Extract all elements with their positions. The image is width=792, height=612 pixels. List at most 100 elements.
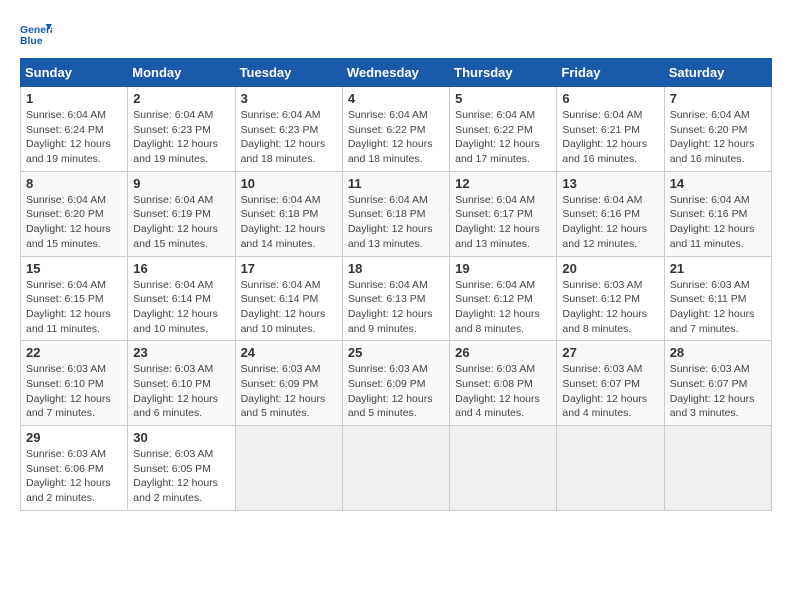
day-info: Sunrise: 6:03 AM Sunset: 6:09 PM Dayligh…	[241, 362, 337, 421]
calendar-cell: 24 Sunrise: 6:03 AM Sunset: 6:09 PM Dayl…	[235, 341, 342, 426]
day-number: 28	[670, 345, 766, 360]
calendar-week-4: 22 Sunrise: 6:03 AM Sunset: 6:10 PM Dayl…	[21, 341, 772, 426]
day-number: 8	[26, 176, 122, 191]
calendar-cell: 5 Sunrise: 6:04 AM Sunset: 6:22 PM Dayli…	[450, 87, 557, 172]
column-header-saturday: Saturday	[664, 59, 771, 87]
day-info: Sunrise: 6:03 AM Sunset: 6:11 PM Dayligh…	[670, 278, 766, 337]
day-number: 30	[133, 430, 229, 445]
calendar-week-5: 29 Sunrise: 6:03 AM Sunset: 6:06 PM Dayl…	[21, 426, 772, 511]
day-number: 21	[670, 261, 766, 276]
day-number: 18	[348, 261, 444, 276]
day-number: 10	[241, 176, 337, 191]
calendar-cell: 29 Sunrise: 6:03 AM Sunset: 6:06 PM Dayl…	[21, 426, 128, 511]
calendar-cell: 21 Sunrise: 6:03 AM Sunset: 6:11 PM Dayl…	[664, 256, 771, 341]
day-number: 7	[670, 91, 766, 106]
calendar-cell: 19 Sunrise: 6:04 AM Sunset: 6:12 PM Dayl…	[450, 256, 557, 341]
calendar-cell: 20 Sunrise: 6:03 AM Sunset: 6:12 PM Dayl…	[557, 256, 664, 341]
svg-text:Blue: Blue	[20, 36, 43, 47]
day-info: Sunrise: 6:03 AM Sunset: 6:07 PM Dayligh…	[562, 362, 658, 421]
calendar-cell: 4 Sunrise: 6:04 AM Sunset: 6:22 PM Dayli…	[342, 87, 449, 172]
calendar-cell: 1 Sunrise: 6:04 AM Sunset: 6:24 PM Dayli…	[21, 87, 128, 172]
day-info: Sunrise: 6:04 AM Sunset: 6:19 PM Dayligh…	[133, 193, 229, 252]
calendar-cell: 13 Sunrise: 6:04 AM Sunset: 6:16 PM Dayl…	[557, 171, 664, 256]
calendar-cell: 22 Sunrise: 6:03 AM Sunset: 6:10 PM Dayl…	[21, 341, 128, 426]
page-header: General Blue	[20, 20, 772, 48]
day-number: 22	[26, 345, 122, 360]
calendar-cell: 17 Sunrise: 6:04 AM Sunset: 6:14 PM Dayl…	[235, 256, 342, 341]
day-info: Sunrise: 6:04 AM Sunset: 6:16 PM Dayligh…	[562, 193, 658, 252]
calendar-cell	[557, 426, 664, 511]
day-info: Sunrise: 6:04 AM Sunset: 6:18 PM Dayligh…	[348, 193, 444, 252]
day-number: 20	[562, 261, 658, 276]
calendar-cell: 3 Sunrise: 6:04 AM Sunset: 6:23 PM Dayli…	[235, 87, 342, 172]
day-info: Sunrise: 6:03 AM Sunset: 6:08 PM Dayligh…	[455, 362, 551, 421]
column-header-wednesday: Wednesday	[342, 59, 449, 87]
day-info: Sunrise: 6:04 AM Sunset: 6:14 PM Dayligh…	[241, 278, 337, 337]
column-header-monday: Monday	[128, 59, 235, 87]
day-number: 15	[26, 261, 122, 276]
calendar-week-3: 15 Sunrise: 6:04 AM Sunset: 6:15 PM Dayl…	[21, 256, 772, 341]
day-info: Sunrise: 6:03 AM Sunset: 6:12 PM Dayligh…	[562, 278, 658, 337]
day-info: Sunrise: 6:03 AM Sunset: 6:05 PM Dayligh…	[133, 447, 229, 506]
calendar-week-1: 1 Sunrise: 6:04 AM Sunset: 6:24 PM Dayli…	[21, 87, 772, 172]
calendar-cell	[664, 426, 771, 511]
day-number: 19	[455, 261, 551, 276]
day-info: Sunrise: 6:04 AM Sunset: 6:13 PM Dayligh…	[348, 278, 444, 337]
day-info: Sunrise: 6:04 AM Sunset: 6:16 PM Dayligh…	[670, 193, 766, 252]
day-number: 14	[670, 176, 766, 191]
day-info: Sunrise: 6:04 AM Sunset: 6:12 PM Dayligh…	[455, 278, 551, 337]
day-number: 27	[562, 345, 658, 360]
calendar-cell: 2 Sunrise: 6:04 AM Sunset: 6:23 PM Dayli…	[128, 87, 235, 172]
calendar-cell	[235, 426, 342, 511]
calendar-cell: 9 Sunrise: 6:04 AM Sunset: 6:19 PM Dayli…	[128, 171, 235, 256]
calendar-cell: 10 Sunrise: 6:04 AM Sunset: 6:18 PM Dayl…	[235, 171, 342, 256]
calendar-cell	[450, 426, 557, 511]
day-info: Sunrise: 6:04 AM Sunset: 6:14 PM Dayligh…	[133, 278, 229, 337]
day-info: Sunrise: 6:04 AM Sunset: 6:15 PM Dayligh…	[26, 278, 122, 337]
day-number: 1	[26, 91, 122, 106]
day-number: 12	[455, 176, 551, 191]
day-number: 3	[241, 91, 337, 106]
day-number: 17	[241, 261, 337, 276]
day-info: Sunrise: 6:04 AM Sunset: 6:21 PM Dayligh…	[562, 108, 658, 167]
day-info: Sunrise: 6:04 AM Sunset: 6:23 PM Dayligh…	[241, 108, 337, 167]
column-header-friday: Friday	[557, 59, 664, 87]
calendar-cell: 30 Sunrise: 6:03 AM Sunset: 6:05 PM Dayl…	[128, 426, 235, 511]
calendar-cell: 8 Sunrise: 6:04 AM Sunset: 6:20 PM Dayli…	[21, 171, 128, 256]
day-info: Sunrise: 6:04 AM Sunset: 6:22 PM Dayligh…	[348, 108, 444, 167]
day-info: Sunrise: 6:04 AM Sunset: 6:20 PM Dayligh…	[26, 193, 122, 252]
day-info: Sunrise: 6:04 AM Sunset: 6:18 PM Dayligh…	[241, 193, 337, 252]
calendar-cell: 12 Sunrise: 6:04 AM Sunset: 6:17 PM Dayl…	[450, 171, 557, 256]
calendar-cell: 11 Sunrise: 6:04 AM Sunset: 6:18 PM Dayl…	[342, 171, 449, 256]
day-info: Sunrise: 6:04 AM Sunset: 6:17 PM Dayligh…	[455, 193, 551, 252]
day-info: Sunrise: 6:04 AM Sunset: 6:20 PM Dayligh…	[670, 108, 766, 167]
column-header-tuesday: Tuesday	[235, 59, 342, 87]
calendar-table: SundayMondayTuesdayWednesdayThursdayFrid…	[20, 58, 772, 511]
calendar-cell: 15 Sunrise: 6:04 AM Sunset: 6:15 PM Dayl…	[21, 256, 128, 341]
calendar-cell: 23 Sunrise: 6:03 AM Sunset: 6:10 PM Dayl…	[128, 341, 235, 426]
day-info: Sunrise: 6:03 AM Sunset: 6:09 PM Dayligh…	[348, 362, 444, 421]
day-number: 6	[562, 91, 658, 106]
day-number: 9	[133, 176, 229, 191]
day-number: 26	[455, 345, 551, 360]
day-number: 11	[348, 176, 444, 191]
day-number: 16	[133, 261, 229, 276]
calendar-cell: 14 Sunrise: 6:04 AM Sunset: 6:16 PM Dayl…	[664, 171, 771, 256]
calendar-cell: 7 Sunrise: 6:04 AM Sunset: 6:20 PM Dayli…	[664, 87, 771, 172]
calendar-cell	[342, 426, 449, 511]
day-info: Sunrise: 6:04 AM Sunset: 6:22 PM Dayligh…	[455, 108, 551, 167]
day-info: Sunrise: 6:03 AM Sunset: 6:10 PM Dayligh…	[26, 362, 122, 421]
day-number: 23	[133, 345, 229, 360]
day-number: 25	[348, 345, 444, 360]
day-number: 4	[348, 91, 444, 106]
day-info: Sunrise: 6:04 AM Sunset: 6:24 PM Dayligh…	[26, 108, 122, 167]
calendar-cell: 26 Sunrise: 6:03 AM Sunset: 6:08 PM Dayl…	[450, 341, 557, 426]
calendar-cell: 6 Sunrise: 6:04 AM Sunset: 6:21 PM Dayli…	[557, 87, 664, 172]
day-info: Sunrise: 6:04 AM Sunset: 6:23 PM Dayligh…	[133, 108, 229, 167]
calendar-cell: 18 Sunrise: 6:04 AM Sunset: 6:13 PM Dayl…	[342, 256, 449, 341]
logo: General Blue	[20, 20, 56, 48]
day-number: 5	[455, 91, 551, 106]
column-header-thursday: Thursday	[450, 59, 557, 87]
day-info: Sunrise: 6:03 AM Sunset: 6:07 PM Dayligh…	[670, 362, 766, 421]
day-number: 29	[26, 430, 122, 445]
